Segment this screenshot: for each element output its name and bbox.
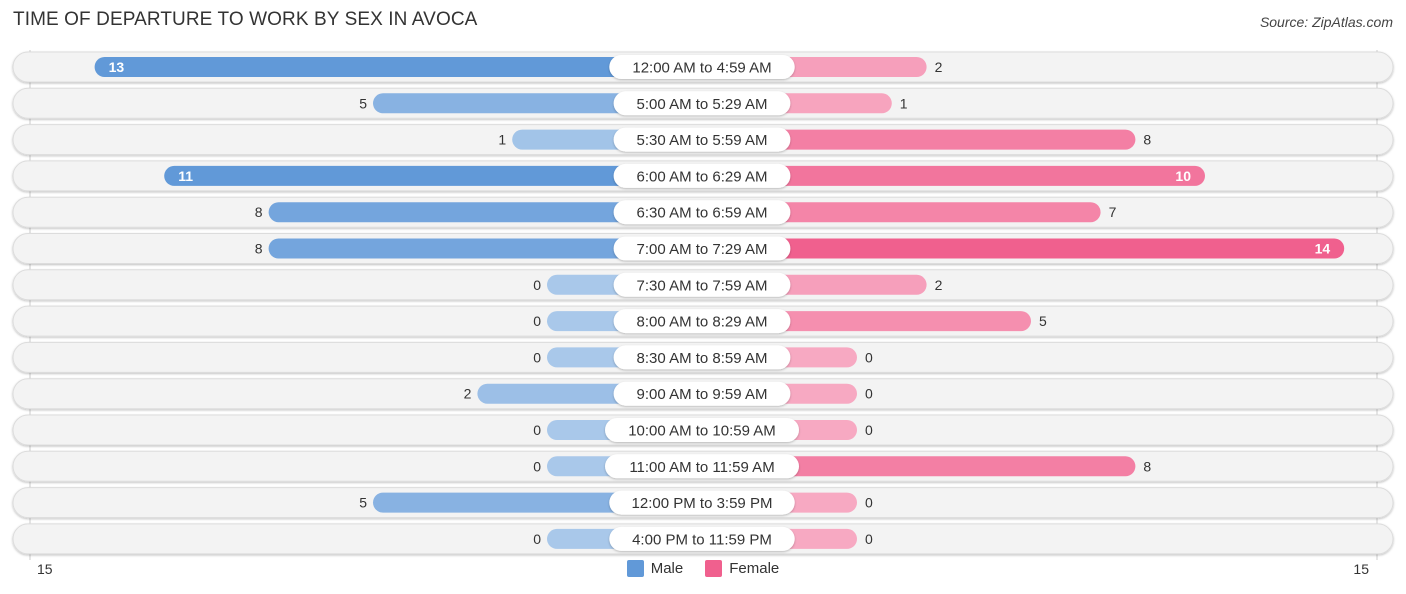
category-label: 6:00 AM to 6:29 AM xyxy=(637,168,768,185)
male-value-label: 0 xyxy=(533,277,541,293)
legend-swatch-male xyxy=(626,560,644,577)
female-value-label: 5 xyxy=(1039,313,1047,329)
category-label: 5:30 AM to 5:59 AM xyxy=(637,132,768,149)
chart-row[interactable]: 0 5 8:00 AM to 8:29 AM xyxy=(12,305,1394,337)
category-label: 6:30 AM to 6:59 AM xyxy=(637,205,768,222)
category-label: 9:00 AM to 9:59 AM xyxy=(637,386,768,403)
legend-item-male[interactable]: Male xyxy=(626,560,684,577)
female-value-label: 8 xyxy=(1143,458,1151,474)
female-value-label: 14 xyxy=(1315,241,1331,257)
legend-label-female: Female xyxy=(729,560,780,577)
female-value-label: 2 xyxy=(935,59,943,75)
male-value-label: 0 xyxy=(533,349,541,365)
category-label: 4:00 PM to 11:59 PM xyxy=(632,531,772,548)
male-value-label: 11 xyxy=(178,168,193,184)
category-label: 7:30 AM to 7:59 AM xyxy=(637,277,768,294)
female-value-label: 0 xyxy=(865,495,873,511)
female-bar xyxy=(702,238,1345,259)
male-value-label: 2 xyxy=(464,386,472,402)
chart-row[interactable]: 0 2 7:30 AM to 7:59 AM xyxy=(12,269,1394,301)
male-value-label: 13 xyxy=(109,59,125,75)
female-value-label: 2 xyxy=(935,277,943,293)
category-label: 5:00 AM to 5:29 AM xyxy=(637,96,768,113)
chart-row[interactable]: 5 1 5:00 AM to 5:29 AM xyxy=(12,87,1394,119)
chart-row[interactable]: 0 0 8:30 AM to 8:59 AM xyxy=(12,341,1394,373)
female-value-label: 10 xyxy=(1175,168,1191,184)
male-value-label: 0 xyxy=(533,422,541,438)
legend-label-male: Male xyxy=(650,560,684,577)
chart-row[interactable]: 13 2 12:00 AM to 4:59 AM xyxy=(12,51,1394,83)
category-label: 8:30 AM to 8:59 AM xyxy=(637,350,768,367)
category-label: 10:00 AM to 10:59 AM xyxy=(628,423,776,440)
female-value-label: 0 xyxy=(865,349,873,365)
legend: Male Female xyxy=(0,560,1406,577)
chart-row[interactable]: 0 0 4:00 PM to 11:59 PM xyxy=(12,523,1394,555)
male-value-label: 8 xyxy=(255,241,263,257)
male-value-label: 1 xyxy=(498,132,506,148)
male-value-label: 0 xyxy=(533,531,541,547)
female-value-label: 8 xyxy=(1143,132,1151,148)
female-value-label: 7 xyxy=(1109,204,1117,220)
chart-row[interactable]: 0 0 10:00 AM to 10:59 AM xyxy=(12,414,1394,446)
chart-row[interactable]: 5 0 12:00 PM to 3:59 PM xyxy=(12,487,1394,519)
legend-item-female[interactable]: Female xyxy=(705,560,779,577)
male-value-label: 8 xyxy=(255,204,263,220)
female-value-label: 0 xyxy=(865,422,873,438)
male-value-label: 5 xyxy=(359,495,367,511)
chart-row[interactable]: 8 7 6:30 AM to 6:59 AM xyxy=(12,196,1394,228)
chart-row[interactable]: 2 0 9:00 AM to 9:59 AM xyxy=(12,378,1394,410)
male-value-label: 5 xyxy=(359,95,367,111)
category-label: 12:00 PM to 3:59 PM xyxy=(632,495,773,512)
female-value-label: 0 xyxy=(865,386,873,402)
category-label: 11:00 AM to 11:59 AM xyxy=(629,459,774,476)
chart-row[interactable]: 1 8 5:30 AM to 5:59 AM xyxy=(12,124,1394,156)
legend-swatch-female xyxy=(705,560,723,577)
male-value-label: 0 xyxy=(533,313,541,329)
chart-row[interactable]: 8 14 7:00 AM to 7:29 AM xyxy=(12,233,1394,264)
category-label: 8:00 AM to 8:29 AM xyxy=(637,314,768,331)
chart-row[interactable]: 11 10 6:00 AM to 6:29 AM xyxy=(12,160,1394,192)
chart-row[interactable]: 0 8 11:00 AM to 11:59 AM xyxy=(12,450,1394,482)
chart-area: 13 2 12:00 AM to 4:59 AM 5 1 5:00 AM to 5:29 … xyxy=(12,50,1394,560)
female-value-label: 1 xyxy=(900,95,908,111)
category-label: 12:00 AM to 4:59 AM xyxy=(632,60,771,77)
female-value-label: 0 xyxy=(865,531,873,547)
category-label: 7:00 AM to 7:29 AM xyxy=(637,241,768,258)
male-value-label: 0 xyxy=(533,458,541,474)
